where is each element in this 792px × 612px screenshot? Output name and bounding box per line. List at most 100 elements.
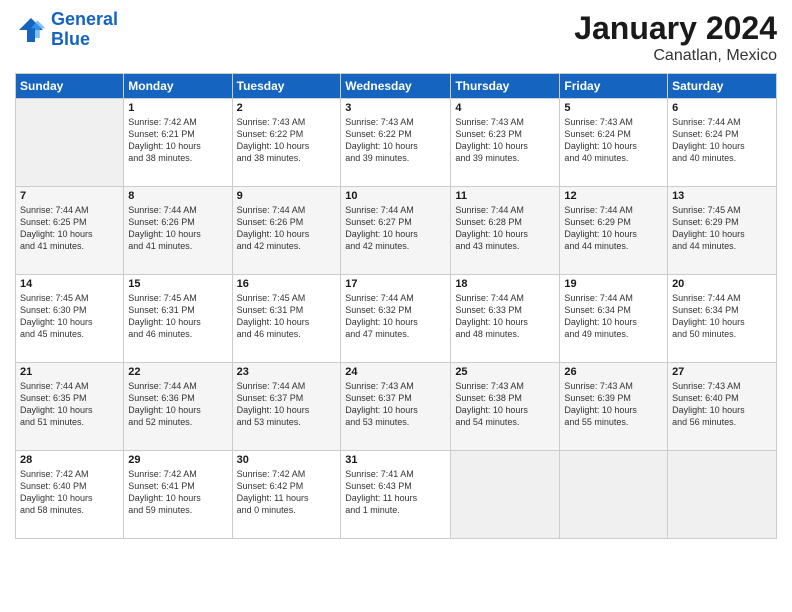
week-row-2: 7 Sunrise: 7:44 AMSunset: 6:25 PMDaylight… xyxy=(16,187,777,275)
day-info: Sunrise: 7:44 AMSunset: 6:33 PMDaylight:… xyxy=(455,292,555,341)
day-number: 16 xyxy=(237,278,337,290)
day-info: Sunrise: 7:43 AMSunset: 6:37 PMDaylight:… xyxy=(345,380,446,429)
calendar-cell: 12 Sunrise: 7:44 AMSunset: 6:29 PMDayligh… xyxy=(560,187,668,275)
day-number: 30 xyxy=(237,454,337,466)
calendar-cell xyxy=(451,451,560,539)
calendar-cell: 28Sunrise: 7:42 AMSunset: 6:40 PMDayligh… xyxy=(16,451,124,539)
day-info: Sunrise: 7:43 AMSunset: 6:40 PMDaylight:… xyxy=(672,380,772,429)
day-number: 8 xyxy=(128,190,227,202)
calendar-cell: 27 Sunrise: 7:43 AMSunset: 6:40 PMDayligh… xyxy=(668,363,777,451)
day-number: 11 xyxy=(455,190,555,202)
day-number: 28 xyxy=(20,454,119,466)
calendar-cell: 22 Sunrise: 7:44 AMSunset: 6:36 PMDayligh… xyxy=(124,363,232,451)
calendar-cell: 2 Sunrise: 7:43 AMSunset: 6:22 PMDaylight… xyxy=(232,99,341,187)
day-info: Sunrise: 7:44 AMSunset: 6:37 PMDaylight:… xyxy=(237,380,337,429)
calendar-cell: 4Sunrise: 7:43 AMSunset: 6:23 PMDaylight… xyxy=(451,99,560,187)
day-info: Sunrise: 7:43 AMSunset: 6:22 PMDaylight:… xyxy=(345,116,446,165)
calendar-cell: 3 Sunrise: 7:43 AMSunset: 6:22 PMDaylight… xyxy=(341,99,451,187)
col-header-saturday: Saturday xyxy=(668,74,777,99)
header-row: SundayMondayTuesdayWednesdayThursdayFrid… xyxy=(16,74,777,99)
day-number: 24 xyxy=(345,366,446,378)
calendar-subtitle: Canatlan, Mexico xyxy=(574,47,777,65)
calendar-cell: 8 Sunrise: 7:44 AMSunset: 6:26 PMDaylight… xyxy=(124,187,232,275)
calendar-cell: 1 Sunrise: 7:42 AMSunset: 6:21 PMDaylight… xyxy=(124,99,232,187)
calendar-cell: 20Sunrise: 7:44 AMSunset: 6:34 PMDayligh… xyxy=(668,275,777,363)
day-info: Sunrise: 7:44 AMSunset: 6:36 PMDaylight:… xyxy=(128,380,227,429)
day-number: 2 xyxy=(237,102,337,114)
calendar-cell: 16Sunrise: 7:45 AMSunset: 6:31 PMDayligh… xyxy=(232,275,341,363)
calendar-cell: 19 Sunrise: 7:44 AMSunset: 6:34 PMDayligh… xyxy=(560,275,668,363)
calendar-cell xyxy=(668,451,777,539)
day-number: 23 xyxy=(237,366,337,378)
day-number: 5 xyxy=(564,102,663,114)
day-info: Sunrise: 7:42 AMSunset: 6:42 PMDaylight:… xyxy=(237,468,337,517)
calendar-cell: 30 Sunrise: 7:42 AMSunset: 6:42 PMDayligh… xyxy=(232,451,341,539)
day-info: Sunrise: 7:44 AMSunset: 6:26 PMDaylight:… xyxy=(237,204,337,253)
day-info: Sunrise: 7:41 AMSunset: 6:43 PMDaylight:… xyxy=(345,468,446,517)
day-number: 26 xyxy=(564,366,663,378)
day-number: 21 xyxy=(20,366,119,378)
day-info: Sunrise: 7:43 AMSunset: 6:22 PMDaylight:… xyxy=(237,116,337,165)
calendar-cell: 24 Sunrise: 7:43 AMSunset: 6:37 PMDayligh… xyxy=(341,363,451,451)
header: General Blue January 2024 Canatlan, Mexi… xyxy=(15,10,777,65)
day-info: Sunrise: 7:44 AMSunset: 6:26 PMDaylight:… xyxy=(128,204,227,253)
day-number: 18 xyxy=(455,278,555,290)
day-info: Sunrise: 7:42 AMSunset: 6:21 PMDaylight:… xyxy=(128,116,227,165)
day-info: Sunrise: 7:44 AMSunset: 6:34 PMDaylight:… xyxy=(672,292,772,341)
calendar-cell xyxy=(560,451,668,539)
day-info: Sunrise: 7:43 AMSunset: 6:38 PMDaylight:… xyxy=(455,380,555,429)
week-row-4: 21 Sunrise: 7:44 AMSunset: 6:35 PMDayligh… xyxy=(16,363,777,451)
day-info: Sunrise: 7:44 AMSunset: 6:29 PMDaylight:… xyxy=(564,204,663,253)
col-header-sunday: Sunday xyxy=(16,74,124,99)
calendar-cell: 15 Sunrise: 7:45 AMSunset: 6:31 PMDayligh… xyxy=(124,275,232,363)
logo: General Blue xyxy=(15,10,118,50)
day-number: 19 xyxy=(564,278,663,290)
week-row-5: 28Sunrise: 7:42 AMSunset: 6:40 PMDayligh… xyxy=(16,451,777,539)
day-number: 22 xyxy=(128,366,227,378)
day-info: Sunrise: 7:45 AMSunset: 6:29 PMDaylight:… xyxy=(672,204,772,253)
day-info: Sunrise: 7:44 AMSunset: 6:35 PMDaylight:… xyxy=(20,380,119,429)
page: General Blue January 2024 Canatlan, Mexi… xyxy=(0,0,792,612)
week-row-1: 1 Sunrise: 7:42 AMSunset: 6:21 PMDaylight… xyxy=(16,99,777,187)
day-number: 12 xyxy=(564,190,663,202)
day-info: Sunrise: 7:44 AMSunset: 6:34 PMDaylight:… xyxy=(564,292,663,341)
calendar-cell: 29Sunrise: 7:42 AMSunset: 6:41 PMDayligh… xyxy=(124,451,232,539)
day-number: 3 xyxy=(345,102,446,114)
day-number: 10 xyxy=(345,190,446,202)
calendar-cell: 7 Sunrise: 7:44 AMSunset: 6:25 PMDaylight… xyxy=(16,187,124,275)
day-info: Sunrise: 7:44 AMSunset: 6:32 PMDaylight:… xyxy=(345,292,446,341)
title-block: January 2024 Canatlan, Mexico xyxy=(574,10,777,65)
day-info: Sunrise: 7:44 AMSunset: 6:24 PMDaylight:… xyxy=(672,116,772,165)
day-number: 27 xyxy=(672,366,772,378)
col-header-tuesday: Tuesday xyxy=(232,74,341,99)
logo-line2: Blue xyxy=(51,29,90,49)
day-info: Sunrise: 7:44 AMSunset: 6:27 PMDaylight:… xyxy=(345,204,446,253)
day-number: 9 xyxy=(237,190,337,202)
calendar-table: SundayMondayTuesdayWednesdayThursdayFrid… xyxy=(15,73,777,539)
calendar-cell: 17 Sunrise: 7:44 AMSunset: 6:32 PMDayligh… xyxy=(341,275,451,363)
day-number: 6 xyxy=(672,102,772,114)
calendar-cell: 23 Sunrise: 7:44 AMSunset: 6:37 PMDayligh… xyxy=(232,363,341,451)
calendar-cell: 21 Sunrise: 7:44 AMSunset: 6:35 PMDayligh… xyxy=(16,363,124,451)
day-number: 25 xyxy=(455,366,555,378)
col-header-friday: Friday xyxy=(560,74,668,99)
day-info: Sunrise: 7:43 AMSunset: 6:24 PMDaylight:… xyxy=(564,116,663,165)
day-info: Sunrise: 7:44 AMSunset: 6:25 PMDaylight:… xyxy=(20,204,119,253)
day-info: Sunrise: 7:45 AMSunset: 6:31 PMDaylight:… xyxy=(128,292,227,341)
col-header-monday: Monday xyxy=(124,74,232,99)
day-number: 7 xyxy=(20,190,119,202)
calendar-cell xyxy=(16,99,124,187)
day-number: 15 xyxy=(128,278,227,290)
day-number: 29 xyxy=(128,454,227,466)
calendar-cell: 11 Sunrise: 7:44 AMSunset: 6:28 PMDayligh… xyxy=(451,187,560,275)
col-header-wednesday: Wednesday xyxy=(341,74,451,99)
calendar-cell: 5 Sunrise: 7:43 AMSunset: 6:24 PMDaylight… xyxy=(560,99,668,187)
day-number: 17 xyxy=(345,278,446,290)
day-number: 1 xyxy=(128,102,227,114)
logo-text: General Blue xyxy=(51,10,118,50)
day-info: Sunrise: 7:43 AMSunset: 6:23 PMDaylight:… xyxy=(455,116,555,165)
week-row-3: 14Sunrise: 7:45 AMSunset: 6:30 PMDayligh… xyxy=(16,275,777,363)
day-info: Sunrise: 7:45 AMSunset: 6:30 PMDaylight:… xyxy=(20,292,119,341)
calendar-cell: 25 Sunrise: 7:43 AMSunset: 6:38 PMDayligh… xyxy=(451,363,560,451)
day-info: Sunrise: 7:44 AMSunset: 6:28 PMDaylight:… xyxy=(455,204,555,253)
